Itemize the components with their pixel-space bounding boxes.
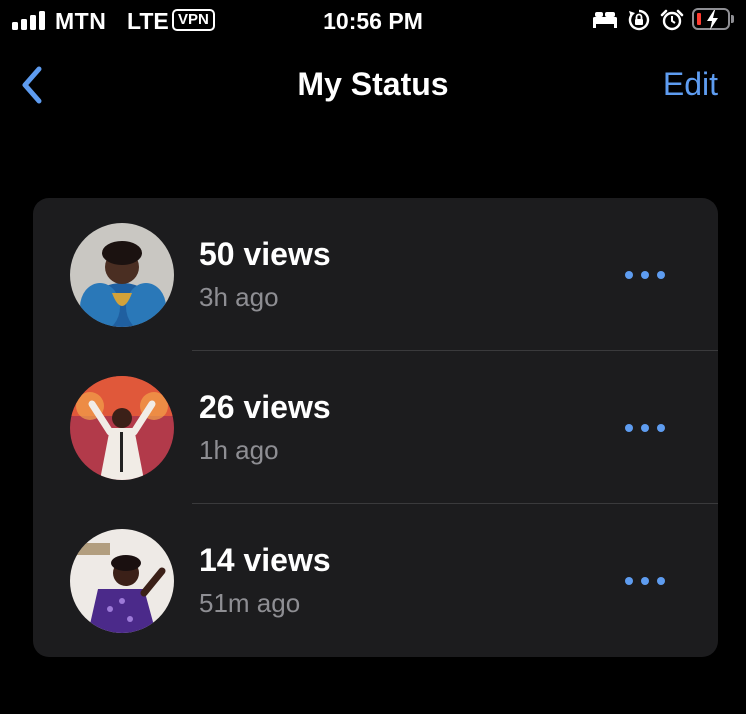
battery-tip [731,15,734,23]
orientation-lock-icon [628,9,650,31]
posted-time: 1h ago [199,435,279,465]
view-count: 26 views [199,389,331,425]
edit-button[interactable]: Edit [663,66,718,103]
more-options-button[interactable] [621,568,669,594]
battery-level [697,13,701,25]
view-count: 50 views [199,236,331,272]
status-thumbnail[interactable] [70,376,174,480]
status-item[interactable]: 50 views 3h ago [33,198,718,351]
status-item[interactable]: 14 views 51m ago [33,504,718,657]
page-title: My Status [297,66,449,102]
charging-bolt-icon [707,10,718,30]
status-thumbnail[interactable] [70,529,174,633]
more-options-button[interactable] [621,415,669,441]
status-list: 50 views 3h ago 26 views 1h ago 14 views… [33,198,718,657]
status-bar: MTN LTE VPN 10:56 PM [0,0,746,40]
view-count: 14 views [199,542,331,578]
status-item[interactable]: 26 views 1h ago [33,351,718,504]
bed-icon [593,12,617,28]
posted-time: 51m ago [199,588,301,618]
more-options-button[interactable] [621,262,669,288]
navigation-bar: My Status Edit [0,50,746,120]
alarm-icon [660,9,684,31]
posted-time: 3h ago [199,282,279,312]
battery-charging-icon [692,8,730,30]
status-thumbnail[interactable] [70,223,174,327]
